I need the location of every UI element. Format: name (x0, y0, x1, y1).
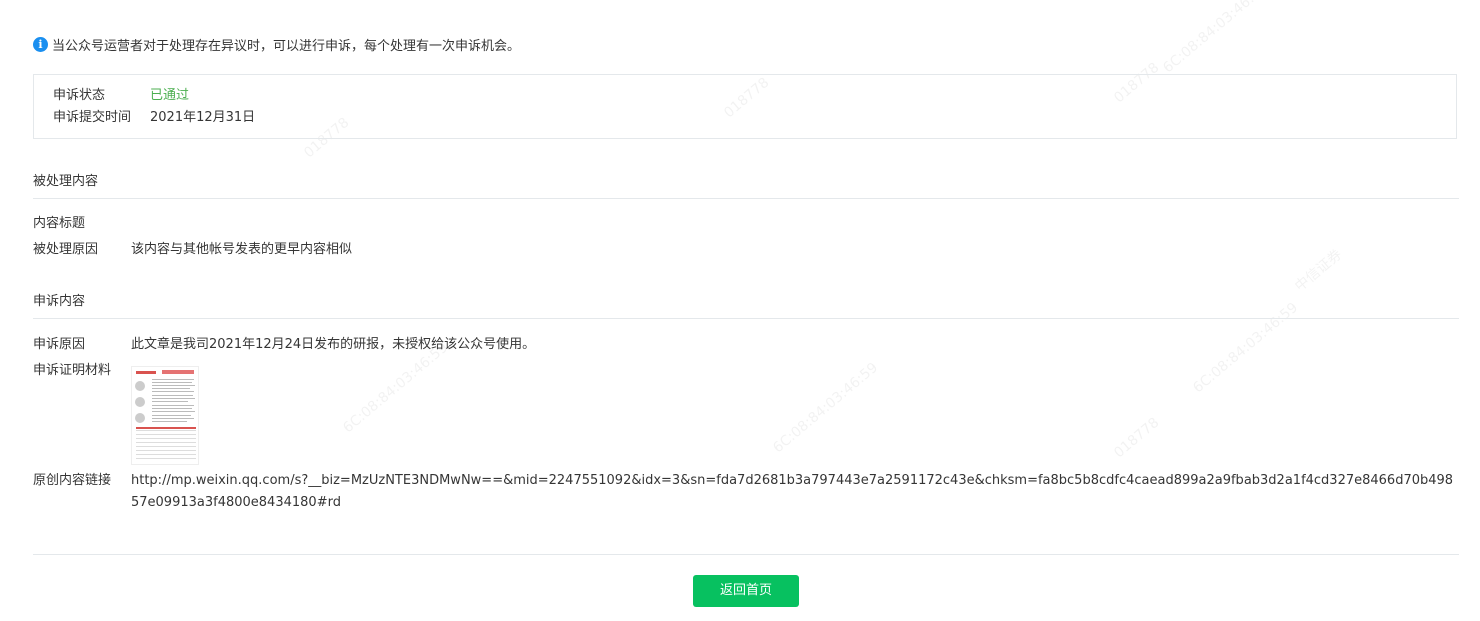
watermark: 6C:08:84:03:46:59 (770, 359, 882, 457)
processed-reason-label: 被处理原因 (33, 242, 99, 257)
info-icon: i (33, 36, 48, 52)
submit-time-row: 申诉提交时间 2021年12月31日 (53, 109, 255, 127)
evidence-label: 申诉证明材料 (33, 363, 112, 378)
watermark: 中信证券 (1292, 246, 1346, 295)
appeal-reason-row: 申诉原因 此文章是我司2021年12月24日发布的研报，未授权给该公众号使用。 (33, 336, 535, 354)
divider (33, 554, 1459, 555)
appeal-reason-value: 此文章是我司2021年12月24日发布的研报，未授权给该公众号使用。 (131, 337, 536, 352)
appeal-section-title: 申诉内容 (33, 294, 86, 309)
content-title-row: 内容标题 (33, 215, 131, 233)
processed-section-title: 被处理内容 (33, 174, 99, 189)
original-link-row: 原创内容链接 http://mp.weixin.qq.com/s?__biz=M… (33, 470, 1461, 514)
watermark: 018778 (1111, 414, 1163, 462)
original-link-label: 原创内容链接 (33, 473, 112, 488)
processed-reason-row: 被处理原因 该内容与其他帐号发表的更早内容相似 (33, 241, 352, 259)
divider (33, 198, 1459, 199)
watermark: 6C:08:84:03:46:59 (1160, 0, 1272, 77)
status-row: 申诉状态 已通过 (53, 87, 189, 105)
watermark: 6C:08:84:03:46:59 (1190, 299, 1302, 397)
home-button[interactable]: 返回首页 (693, 575, 799, 607)
notice-text: 当公众号运营者对于处理存在异议时，可以进行申诉，每个处理有一次申诉机会。 (52, 38, 521, 54)
processed-reason-value: 该内容与其他帐号发表的更早内容相似 (131, 242, 353, 257)
evidence-thumbnail[interactable] (131, 366, 199, 465)
evidence-row: 申诉证明材料 (33, 362, 131, 380)
appeal-status-panel: 申诉状态 已通过 申诉提交时间 2021年12月31日 (33, 74, 1457, 139)
submit-time-label: 申诉提交时间 (53, 110, 132, 125)
content-title-label: 内容标题 (33, 216, 86, 231)
status-badge: 已通过 (150, 88, 190, 103)
appeal-notice: i 当公众号运营者对于处理存在异议时，可以进行申诉，每个处理有一次申诉机会。 (33, 35, 521, 54)
original-link[interactable]: http://mp.weixin.qq.com/s?__biz=MzUzNTE3… (131, 470, 1461, 514)
submit-time-value: 2021年12月31日 (150, 110, 256, 125)
divider (33, 318, 1459, 319)
watermark: 6C:08:84:03:46:59 (340, 339, 452, 437)
appeal-reason-label: 申诉原因 (33, 337, 86, 352)
status-label: 申诉状态 (53, 88, 106, 103)
